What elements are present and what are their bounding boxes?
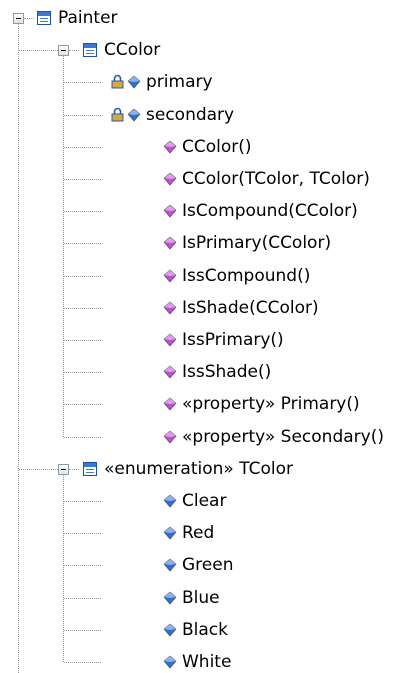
tree-guide-line xyxy=(64,114,101,116)
tree-member-label[interactable]: Clear xyxy=(182,491,226,511)
tree-guide-line xyxy=(64,533,101,535)
attribute-icon xyxy=(163,526,177,540)
tree-node-label-root[interactable]: Painter xyxy=(58,8,118,28)
tree-member-label[interactable]: primary xyxy=(146,72,213,92)
operation-icon xyxy=(163,430,177,444)
tree-member-label[interactable]: IssCompound() xyxy=(182,266,310,286)
class-icon-header xyxy=(38,12,50,16)
attribute-icon xyxy=(163,494,177,508)
collapse-toggle-icon[interactable] xyxy=(13,13,24,24)
collapse-toggle-icon[interactable] xyxy=(58,45,69,57)
tree-member-label[interactable]: IsShade(CColor) xyxy=(182,298,319,318)
tree-member-label[interactable]: IssShade() xyxy=(182,362,271,382)
tree-guide-line xyxy=(64,597,101,599)
tree-guide-line xyxy=(64,436,101,438)
tree-member-label[interactable]: Blue xyxy=(182,588,220,608)
operation-icon xyxy=(163,301,177,315)
attribute-icon xyxy=(163,559,177,572)
tree-guide-line xyxy=(24,18,34,19)
tree-node-label-class[interactable]: «enumeration» TColor xyxy=(104,459,293,479)
tree-member-label[interactable]: Green xyxy=(182,555,233,575)
operation-icon xyxy=(163,140,177,154)
tree-member-label[interactable]: secondary xyxy=(146,105,234,125)
tree-guide-line xyxy=(64,243,101,245)
operation-icon xyxy=(163,237,177,250)
tree-guide-line xyxy=(64,340,101,341)
class-icon-line xyxy=(86,50,94,52)
tree-guide-line xyxy=(64,662,101,663)
tree-member-label[interactable]: CColor() xyxy=(182,137,252,157)
model-tree: Painter CColor «enumeration» TColor primary… xyxy=(0,0,419,673)
tree-guide-line xyxy=(64,179,101,180)
tree-guide-line xyxy=(64,404,101,406)
attribute-icon xyxy=(163,655,177,669)
tree-member-label[interactable]: «property» Primary() xyxy=(182,394,360,414)
class-icon-line xyxy=(86,471,94,473)
tree-member-label[interactable]: «property» Secondary() xyxy=(182,427,384,447)
tree-member-label[interactable]: CColor(TColor, TColor) xyxy=(182,169,370,189)
class-icon-header xyxy=(84,462,96,467)
tree-node-label-class[interactable]: CColor xyxy=(104,40,160,60)
tree-guide-line xyxy=(63,474,64,662)
class-icon-line xyxy=(40,18,48,19)
attribute-icon xyxy=(163,591,177,605)
tree-member-label[interactable]: IssPrimary() xyxy=(182,330,284,350)
attribute-icon xyxy=(127,108,141,122)
tree-member-label[interactable]: White xyxy=(182,652,231,672)
tree-guide-line xyxy=(19,50,58,52)
operation-icon xyxy=(163,398,177,411)
tree-guide-line xyxy=(64,372,101,374)
class-icon-header xyxy=(84,44,96,49)
class-icon xyxy=(83,461,97,476)
tree-guide-line xyxy=(63,56,64,437)
operation-icon xyxy=(163,269,177,283)
operation-icon xyxy=(163,333,177,347)
class-icon xyxy=(83,43,97,58)
tree-guide-line xyxy=(64,146,101,148)
operation-icon xyxy=(163,204,177,218)
collapse-toggle-icon[interactable] xyxy=(58,463,69,475)
tree-member-label[interactable]: IsPrimary(CColor) xyxy=(182,233,331,253)
attribute-icon xyxy=(163,623,177,637)
tree-guide-line xyxy=(18,24,19,673)
tree-guide-line xyxy=(64,307,101,309)
class-icon-line xyxy=(40,21,48,22)
tree-guide-line xyxy=(64,501,101,502)
tree-member-label[interactable]: Black xyxy=(182,620,228,640)
tree-guide-line xyxy=(64,211,101,213)
attribute-icon xyxy=(127,76,141,89)
tree-member-label[interactable]: IsCompound(CColor) xyxy=(182,201,358,221)
tree-guide-line xyxy=(64,565,101,567)
operation-icon xyxy=(163,365,177,379)
tree-guide-line xyxy=(64,82,101,84)
class-icon-line xyxy=(86,53,94,55)
lock-icon xyxy=(111,75,124,89)
tree-member-label[interactable]: Red xyxy=(182,523,214,543)
class-icon-line xyxy=(86,468,94,470)
lock-icon xyxy=(111,107,124,122)
operation-icon xyxy=(163,172,177,186)
tree-guide-line xyxy=(69,50,79,52)
tree-guide-line xyxy=(64,629,101,631)
tree-guide-line xyxy=(64,275,101,277)
class-icon xyxy=(37,11,51,25)
tree-guide-line xyxy=(19,468,58,470)
tree-guide-line xyxy=(69,468,79,470)
